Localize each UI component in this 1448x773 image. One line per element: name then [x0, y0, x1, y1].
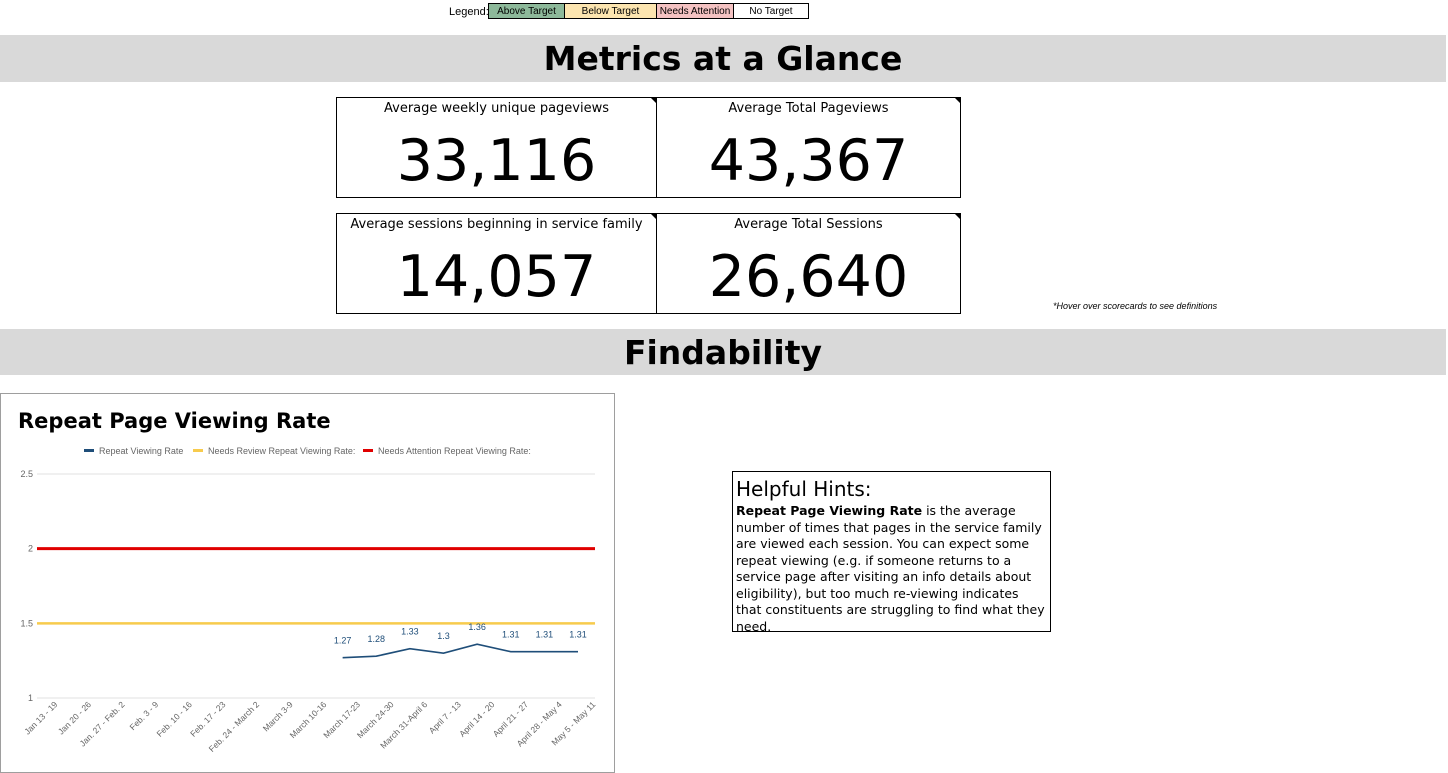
y-tick-label: 1	[28, 693, 33, 703]
series-line	[342, 643, 578, 659]
data-label: 1.31	[536, 630, 554, 640]
x-tick-label: March 3-9	[261, 699, 295, 733]
data-label: 1.3	[437, 631, 450, 641]
helpful-hints-box: Helpful Hints: Repeat Page Viewing Rate …	[732, 471, 1051, 635]
helpful-hints-text: is the average number of times that page…	[736, 503, 1045, 634]
y-tick-label: 2.5	[20, 469, 33, 479]
x-tick-label: Jan 13 - 19	[22, 699, 59, 736]
data-label: 1.27	[334, 636, 352, 646]
helpful-hints-title: Helpful Hints:	[736, 477, 872, 501]
helpful-hints-body: Repeat Page Viewing Rate is the average …	[736, 503, 1047, 635]
helpful-hints-term: Repeat Page Viewing Rate	[736, 503, 923, 518]
data-label: 1.31	[502, 630, 520, 640]
line-chart: 1 1.5 2 2.5 1.27 1.28 1.33 1.3 1.36 1.31 1.31 1.31 J…	[20, 469, 597, 754]
y-tick-label: 1.5	[20, 618, 33, 628]
x-tick-label: Feb. 3 - 9	[127, 699, 160, 732]
data-label: 1.33	[401, 627, 419, 637]
data-label: 1.31	[569, 630, 587, 640]
data-label: 1.36	[468, 622, 486, 632]
data-label: 1.28	[367, 634, 385, 644]
y-tick-label: 2	[28, 544, 33, 554]
